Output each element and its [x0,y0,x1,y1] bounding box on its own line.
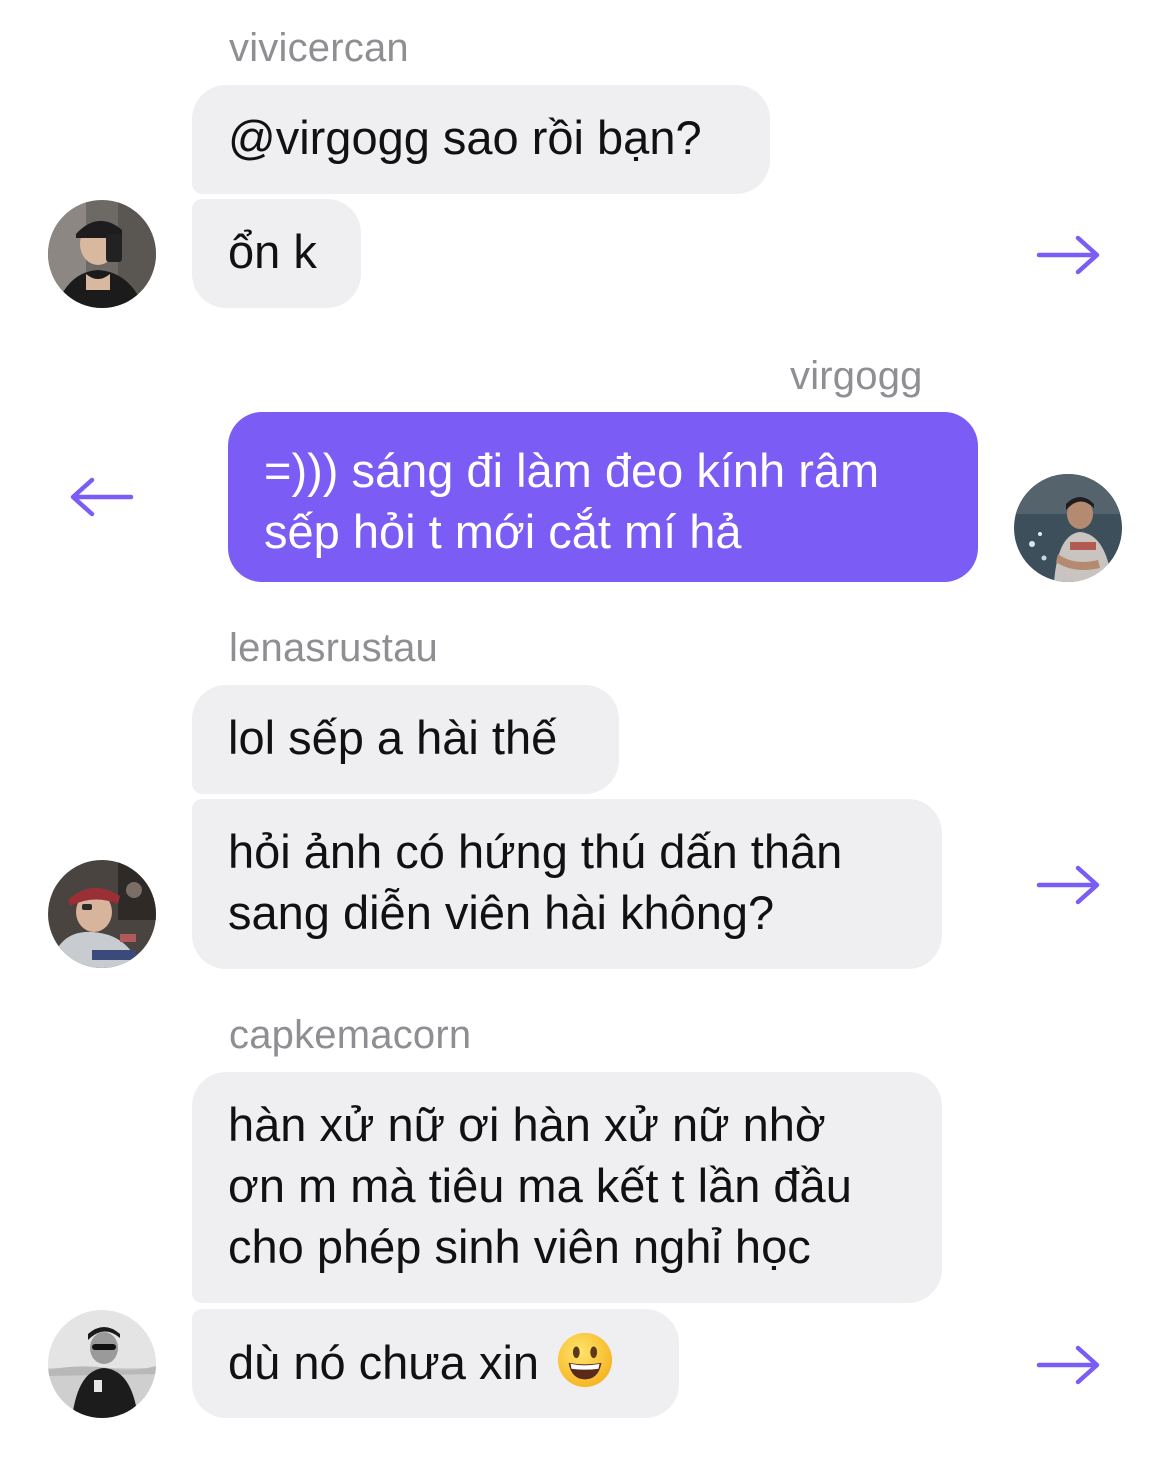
message-bubble[interactable]: =))) sáng đi làm đeo kính râm sếp hỏi t … [228,412,978,582]
sender-name: lenasrustau [229,626,438,670]
arrow-right-icon[interactable] [1036,1345,1102,1385]
avatar[interactable] [48,200,156,308]
sender-name: capkemacorn [229,1013,472,1057]
message-bubble[interactable]: dù nó chưa xin [192,1309,679,1418]
message-bubble[interactable]: hàn xử nữ ơi hàn xử nữ nhờ ơn m mà tiêu … [192,1072,942,1303]
avatar[interactable] [1014,474,1122,582]
grinning-face-emoji [558,1332,613,1388]
avatar-image [48,200,156,308]
avatar-image [1014,474,1122,582]
message-bubble[interactable]: @virgogg sao rồi bạn? [192,85,770,194]
message-bubble[interactable]: ổn k [192,199,361,308]
avatar[interactable] [48,860,156,968]
avatar-image [48,860,156,968]
sender-name: virgogg [790,354,923,398]
arrow-right-icon[interactable] [1036,235,1102,275]
arrow-right-icon[interactable] [1036,865,1102,905]
message-bubble[interactable]: hỏi ảnh có hứng thú dấn thân sang diễn v… [192,799,942,969]
message-text: dù nó chưa xin [228,1336,540,1389]
sender-name: vivicercan [229,26,409,70]
arrow-left-icon[interactable] [68,477,134,517]
avatar[interactable] [48,1310,156,1418]
message-bubble[interactable]: lol sếp a hài thế [192,685,619,794]
avatar-image [48,1310,156,1418]
